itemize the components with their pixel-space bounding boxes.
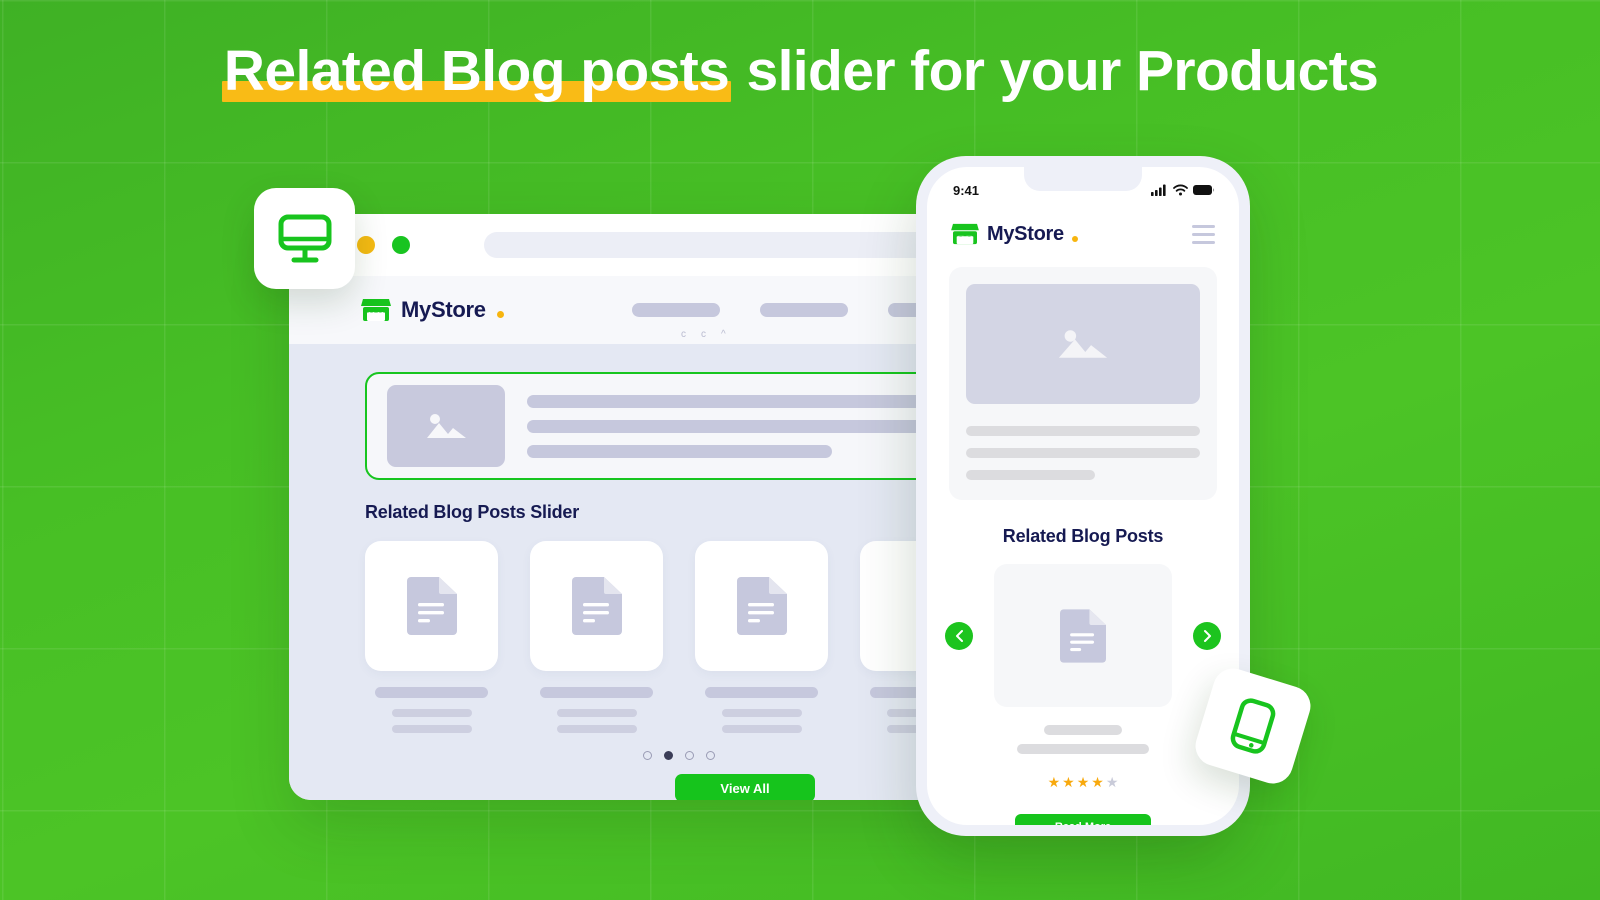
product-line-3: [527, 444, 833, 458]
brand-name: MyStore: [401, 297, 486, 322]
star-filled: ★: [1091, 774, 1104, 790]
blog-body-line-1: [721, 709, 802, 717]
document-icon: [571, 577, 622, 635]
nav-item-1[interactable]: [631, 303, 720, 317]
slider-prev-button[interactable]: [945, 621, 973, 650]
store-icon: [951, 223, 979, 245]
phone-blog-body-line: [1017, 744, 1149, 754]
phone-brand-accent-dot: [1071, 236, 1078, 242]
monitor-icon: [278, 214, 331, 262]
image-placeholder-icon: [1058, 330, 1108, 358]
nav-subtext-1: c: [681, 329, 688, 340]
phone-blog-meta: ★ ★ ★ ★ ★ Read More: [927, 725, 1239, 825]
phone-brand-logo[interactable]: MyStore: [951, 222, 1078, 246]
star-empty: ★: [1105, 774, 1119, 790]
headline-highlighted-text: Related Blog posts: [223, 39, 730, 103]
blog-body-line-1: [556, 709, 637, 717]
blog-card-text: [530, 687, 663, 733]
chevron-right-icon: [1203, 629, 1211, 642]
battery-icon: [1193, 185, 1215, 195]
nav-subtext: c c ^: [681, 329, 728, 340]
phone-product-line-3: [966, 470, 1095, 480]
blog-title-line: [705, 687, 818, 698]
wifi-icon: [1173, 184, 1188, 196]
nav-item-2[interactable]: [759, 303, 848, 317]
phone-product-line-2: [966, 448, 1200, 458]
poster-canvas: Related Blog posts slider for your Produ…: [0, 0, 1600, 900]
nav-subtext-2: c: [701, 329, 708, 340]
mobile-phone-icon: [1230, 698, 1276, 754]
blog-body-line-2: [721, 725, 802, 733]
store-icon: [361, 299, 391, 321]
phone-blog-card[interactable]: [994, 564, 1172, 707]
hamburger-menu-icon[interactable]: [1192, 224, 1215, 244]
star-filled: ★: [1047, 774, 1061, 790]
cellular-signal-icon: [1151, 184, 1166, 196]
rating-stars: ★ ★ ★ ★ ★: [1048, 774, 1119, 791]
page-title: Related Blog posts slider for your Produ…: [0, 38, 1600, 104]
desktop-badge: [254, 188, 355, 289]
phone-product-card[interactable]: [949, 267, 1217, 500]
brand-logo[interactable]: MyStore: [361, 297, 504, 323]
star-filled: ★: [1062, 774, 1075, 790]
phone-product-skeleton: [966, 426, 1200, 480]
phone-notch: [1024, 167, 1142, 191]
pagination-dot-3[interactable]: [685, 751, 694, 760]
phone-app-header: MyStore: [927, 207, 1239, 261]
document-icon: [1060, 608, 1106, 663]
phone-section-heading: Related Blog Posts: [1002, 526, 1164, 546]
read-more-button[interactable]: Read More: [1015, 814, 1151, 825]
blog-card[interactable]: [695, 541, 828, 671]
document-icon: [736, 577, 787, 635]
document-icon: [406, 577, 457, 635]
phone-brand-name: MyStore: [987, 222, 1064, 245]
minimize-dot[interactable]: [357, 236, 375, 254]
blog-title-line: [540, 687, 653, 698]
view-all-button[interactable]: View All: [675, 774, 815, 800]
blog-body-line-1: [391, 709, 472, 717]
pagination-dot-1[interactable]: [643, 751, 652, 760]
blog-card-text: [695, 687, 828, 733]
maximize-dot[interactable]: [392, 236, 410, 254]
nav-subtext-3: ^: [721, 329, 728, 340]
headline-highlight-group: Related Blog posts: [221, 38, 732, 104]
status-icons: [1151, 184, 1215, 196]
pagination-dot-2[interactable]: [664, 751, 673, 760]
blog-title-line: [375, 687, 488, 698]
slider-next-button[interactable]: [1193, 621, 1221, 650]
image-placeholder-icon: [427, 414, 466, 438]
blog-card[interactable]: [365, 541, 498, 671]
status-time: 9:41: [953, 182, 980, 198]
brand-accent-dot: [496, 311, 504, 318]
blog-card[interactable]: [530, 541, 663, 671]
phone-product-line-1: [966, 426, 1200, 436]
phone-screen: 9:41 MyStore Related Blog Posts ★ ★ ★ ★ …: [927, 167, 1239, 825]
star-filled: ★: [1076, 774, 1090, 790]
blog-body-line-2: [391, 725, 472, 733]
phone-blog-title-line: [1044, 725, 1122, 735]
phone-blog-slider: [927, 564, 1239, 707]
phone-product-thumbnail: [966, 284, 1200, 404]
pagination-dot-4[interactable]: [706, 751, 715, 760]
headline-rest-text: slider for your Products: [731, 39, 1379, 103]
blog-body-line-2: [556, 725, 637, 733]
blog-card-text: [365, 687, 498, 733]
chevron-left-icon: [955, 629, 963, 642]
product-thumbnail: [387, 385, 505, 467]
